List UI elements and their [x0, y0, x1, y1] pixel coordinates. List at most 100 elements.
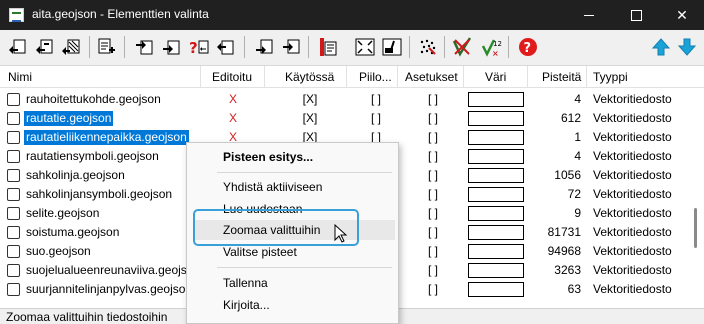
row-settings[interactable]: [ ] [423, 225, 443, 239]
header-settings[interactable]: Asetukset [405, 70, 458, 84]
reload-icon[interactable] [253, 36, 275, 58]
menu-item-point-style[interactable]: Pisteen esitys... [187, 147, 398, 167]
column-divider[interactable] [586, 66, 587, 88]
header-name[interactable]: Nimi [8, 70, 32, 84]
row-settings[interactable]: [ ] [423, 111, 443, 125]
row-checkbox[interactable] [7, 207, 20, 220]
dots-grid-icon[interactable] [417, 36, 439, 58]
column-divider[interactable] [397, 66, 398, 88]
row-points: 9 [574, 206, 581, 220]
row-checkbox[interactable] [7, 131, 20, 144]
row-color-swatch[interactable] [468, 130, 524, 145]
row-checkbox[interactable] [7, 93, 20, 106]
select-layer-icon[interactable] [280, 36, 302, 58]
row-color-swatch[interactable] [468, 92, 524, 107]
svg-text:12: 12 [493, 40, 502, 48]
row-checkbox[interactable] [7, 283, 20, 296]
row-checkbox[interactable] [7, 264, 20, 277]
header-color[interactable]: Väri [485, 70, 506, 84]
edit-check-icon[interactable] [451, 36, 473, 58]
row-color-swatch[interactable] [468, 263, 524, 278]
row-settings[interactable]: [ ] [423, 149, 443, 163]
zoom-extent-icon[interactable] [354, 36, 376, 58]
row-points: 612 [560, 111, 581, 125]
row-settings[interactable]: [ ] [423, 282, 443, 296]
column-divider[interactable] [264, 66, 265, 88]
ungroup-icon[interactable]: ? [188, 36, 210, 58]
header-edited[interactable]: Editoitu [212, 70, 252, 84]
vertical-scrollbar[interactable] [690, 88, 704, 308]
menu-item-write[interactable]: Kirjoita... [187, 295, 398, 315]
arrow-up-icon[interactable] [650, 36, 672, 58]
header-type[interactable]: Tyyppi [593, 70, 628, 84]
row-points: 4 [574, 92, 581, 106]
row-settings[interactable]: [ ] [423, 244, 443, 258]
row-color-swatch[interactable] [468, 244, 524, 259]
help-icon[interactable]: ? [517, 36, 539, 58]
menu-item-save[interactable]: Tallenna [187, 273, 398, 293]
row-hidden[interactable]: [ ] [366, 111, 386, 125]
table-header: Nimi Editoitu Käytössä Piilo... Asetukse… [0, 66, 704, 88]
row-settings[interactable]: [ ] [423, 92, 443, 106]
row-checkbox[interactable] [7, 245, 20, 258]
select-toggle-icon[interactable] [33, 36, 55, 58]
move-down-icon[interactable] [160, 36, 182, 58]
row-type: Vektoritiedosto [593, 168, 672, 182]
row-settings[interactable]: [ ] [423, 263, 443, 277]
column-divider[interactable] [527, 66, 528, 88]
toolbar-separator [308, 36, 309, 58]
row-checkbox[interactable] [7, 150, 20, 163]
svg-text:?: ? [524, 41, 532, 56]
row-settings[interactable]: [ ] [423, 168, 443, 182]
table-row[interactable]: rauhoitettukohde.geojson X [X] [ ] [ ] 4… [0, 90, 690, 109]
scrollbar-thumb[interactable] [694, 208, 697, 248]
column-divider[interactable] [346, 66, 347, 88]
mouse-cursor-icon [334, 223, 350, 244]
row-in-use[interactable]: [X] [298, 92, 322, 106]
row-color-swatch[interactable] [468, 111, 524, 126]
open-file-icon[interactable] [214, 36, 236, 58]
row-settings[interactable]: [ ] [423, 130, 443, 144]
table-row[interactable]: rautatie.geojson X [X] [ ] [ ] 612 Vekto… [0, 109, 690, 128]
svg-text:?: ? [189, 39, 198, 57]
arrow-down-icon[interactable] [676, 36, 698, 58]
select-all-icon[interactable] [6, 36, 28, 58]
select-pattern-icon[interactable] [60, 36, 82, 58]
row-settings[interactable]: [ ] [423, 187, 443, 201]
header-points[interactable]: Pisteitä [542, 70, 581, 84]
row-checkbox[interactable] [7, 226, 20, 239]
row-color-swatch[interactable] [468, 187, 524, 202]
row-points: 1056 [554, 168, 581, 182]
row-settings[interactable]: [ ] [423, 206, 443, 220]
zoom-selection-icon[interactable] [381, 36, 403, 58]
row-color-swatch[interactable] [468, 282, 524, 297]
row-in-use[interactable]: [X] [298, 111, 322, 125]
add-file-icon[interactable] [95, 36, 117, 58]
column-divider[interactable] [200, 66, 201, 88]
row-checkbox[interactable] [7, 112, 20, 125]
row-color-swatch[interactable] [468, 206, 524, 221]
header-hidden[interactable]: Piilo... [359, 70, 392, 84]
toolbar-separator [444, 36, 445, 58]
row-color-swatch[interactable] [468, 168, 524, 183]
header-in-use[interactable]: Käytössä [285, 70, 334, 84]
close-button[interactable]: ✕ [659, 0, 704, 30]
toolbar-separator [124, 36, 125, 58]
row-name: sahkolinjansymboli.geojson [26, 187, 173, 201]
row-edited: X [228, 111, 237, 125]
app-icon [9, 8, 24, 22]
row-hidden[interactable]: [ ] [366, 92, 386, 106]
minimize-button[interactable] [566, 0, 612, 30]
menu-item-merge-active[interactable]: Yhdistä aktiiviseen [187, 177, 398, 197]
row-color-swatch[interactable] [468, 149, 524, 164]
numbered-tick-icon[interactable]: 12 × [480, 36, 502, 58]
column-divider[interactable] [463, 66, 464, 88]
maximize-button[interactable] [613, 0, 659, 30]
row-color-swatch[interactable] [468, 225, 524, 240]
row-checkbox[interactable] [7, 169, 20, 182]
move-up-icon[interactable] [133, 36, 155, 58]
row-points: 3263 [554, 263, 581, 277]
row-checkbox[interactable] [7, 188, 20, 201]
row-type: Vektoritiedosto [593, 187, 672, 201]
new-layer-icon[interactable] [317, 36, 339, 58]
